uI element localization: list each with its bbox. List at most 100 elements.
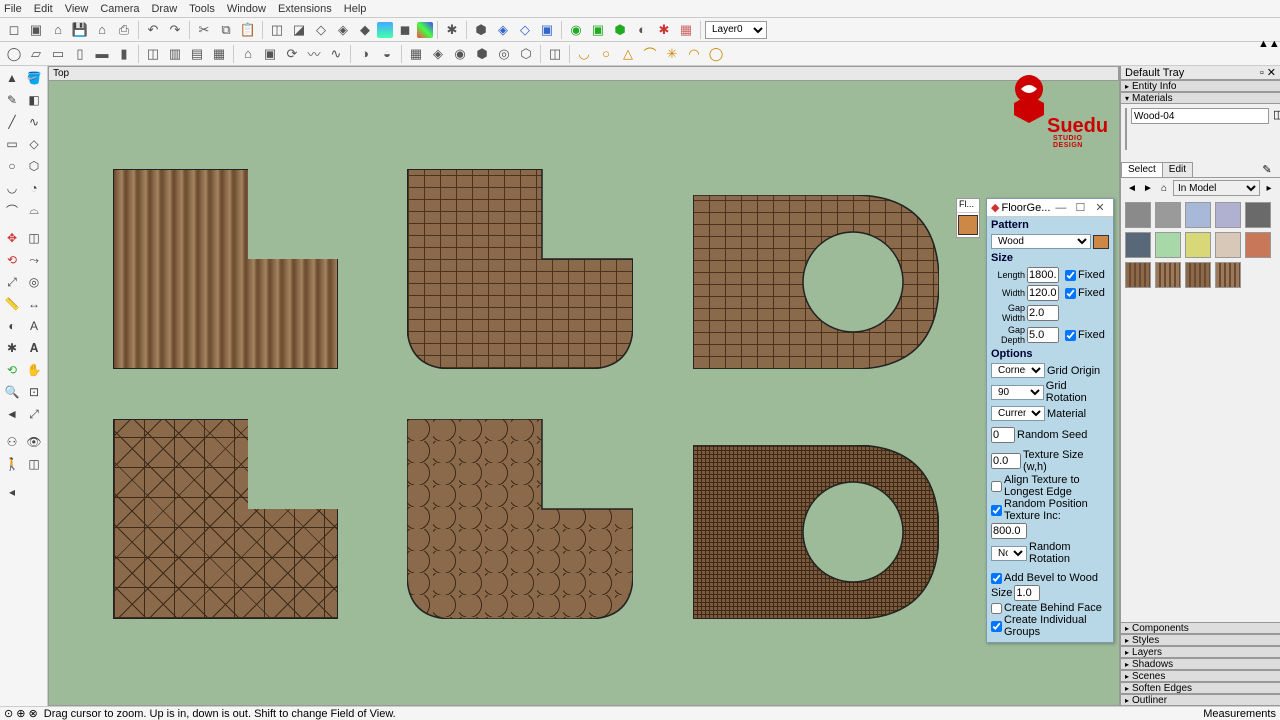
- home-nav-icon[interactable]: ⌂: [1157, 181, 1171, 195]
- outliner-icon[interactable]: ▣: [537, 20, 557, 40]
- open-icon[interactable]: ▣: [26, 20, 46, 40]
- gapdepth-input[interactable]: [1027, 327, 1059, 343]
- sandbox3-icon[interactable]: ◉: [450, 44, 470, 64]
- eyedropper-icon[interactable]: ✎: [1258, 162, 1276, 176]
- section-fill-icon[interactable]: ▦: [209, 44, 229, 64]
- randpos-check[interactable]: [991, 505, 1002, 516]
- sandbox6-icon[interactable]: ⬡: [516, 44, 536, 64]
- plugin6-icon[interactable]: ▦: [676, 20, 696, 40]
- menu-file[interactable]: File: [4, 3, 22, 15]
- new-icon[interactable]: ◻: [4, 20, 24, 40]
- line-icon[interactable]: ╱: [2, 112, 22, 132]
- menu-help[interactable]: Help: [344, 3, 367, 15]
- right-icon[interactable]: ▯: [70, 44, 90, 64]
- material-select[interactable]: Current: [991, 406, 1045, 421]
- tray-header[interactable]: Default Tray▫ ✕: [1121, 66, 1280, 80]
- arc1-icon[interactable]: ◡: [574, 44, 594, 64]
- orbit-icon[interactable]: ⟲: [2, 360, 22, 380]
- monochrome-icon[interactable]: ◼: [395, 20, 415, 40]
- menu-edit[interactable]: Edit: [34, 3, 53, 15]
- rect-icon[interactable]: ▭: [2, 134, 22, 154]
- gapdepth-fixed-check[interactable]: [1065, 330, 1076, 341]
- tool-a-icon[interactable]: ⌂: [238, 44, 258, 64]
- styles-icon[interactable]: [417, 22, 433, 38]
- viewport[interactable]: Top Suedu STUDIO DESIGN: [48, 66, 1120, 706]
- axes2-icon[interactable]: ✱: [2, 338, 22, 358]
- materials-select-tab[interactable]: Select: [1121, 162, 1163, 177]
- arc4-icon[interactable]: ⌒: [640, 44, 660, 64]
- material-swatch[interactable]: [1215, 232, 1241, 258]
- material-library-select[interactable]: In Model: [1173, 180, 1260, 196]
- eraser-icon[interactable]: ◧: [24, 90, 44, 110]
- section-icon[interactable]: ◫: [143, 44, 163, 64]
- seed-input[interactable]: [991, 427, 1015, 443]
- section-components[interactable]: Components: [1121, 622, 1280, 634]
- gapwidth-input[interactable]: [1027, 305, 1059, 321]
- mini-brick-icon[interactable]: [958, 215, 978, 235]
- scale-icon[interactable]: ⤢: [2, 272, 22, 292]
- arc3-icon[interactable]: △: [618, 44, 638, 64]
- component-icon[interactable]: ⬢: [471, 20, 491, 40]
- move-icon[interactable]: ✥: [2, 228, 22, 248]
- walk-icon[interactable]: 🚶: [2, 454, 22, 474]
- rotate-icon[interactable]: ⟲: [2, 250, 22, 270]
- nav-fwd-icon[interactable]: ►: [1141, 181, 1155, 195]
- randrot-select[interactable]: No: [991, 546, 1027, 561]
- tool-b-icon[interactable]: ▣: [260, 44, 280, 64]
- menu-extensions[interactable]: Extensions: [278, 3, 332, 15]
- front-icon[interactable]: ▭: [48, 44, 68, 64]
- menu-camera[interactable]: Camera: [100, 3, 139, 15]
- section-scenes[interactable]: Scenes: [1121, 670, 1280, 682]
- shaded-icon[interactable]: ◆: [355, 20, 375, 40]
- material-swatch[interactable]: [1185, 232, 1211, 258]
- back-icon[interactable]: ▬: [92, 44, 112, 64]
- top-icon[interactable]: ▱: [26, 44, 46, 64]
- length-fixed-check[interactable]: [1065, 270, 1076, 281]
- print-icon[interactable]: ⎙: [114, 20, 134, 40]
- pattern-preview-icon[interactable]: [1093, 235, 1109, 249]
- plugin3-icon[interactable]: ⬢: [610, 20, 630, 40]
- 3parc-icon[interactable]: ⌓: [24, 200, 44, 220]
- align-check[interactable]: [991, 481, 1002, 492]
- menu-window[interactable]: Window: [227, 3, 266, 15]
- tool-e-icon[interactable]: ∿: [326, 44, 346, 64]
- redo-icon[interactable]: ↷: [165, 20, 185, 40]
- protractor-icon[interactable]: ◐: [2, 316, 22, 336]
- rotrect-icon[interactable]: ◇: [24, 134, 44, 154]
- pie-icon[interactable]: ◔: [24, 178, 44, 198]
- material-swatch[interactable]: [1215, 202, 1241, 228]
- origin-select[interactable]: Corner: [991, 363, 1045, 378]
- material-swatch[interactable]: [1155, 202, 1181, 228]
- backedges-icon[interactable]: ◪: [289, 20, 309, 40]
- sandbox2-icon[interactable]: ◈: [428, 44, 448, 64]
- material-swatch[interactable]: [1155, 262, 1181, 288]
- material-swatch[interactable]: [1125, 262, 1151, 288]
- plugin4-icon[interactable]: ◐: [632, 20, 652, 40]
- paste-icon[interactable]: 📋: [238, 20, 258, 40]
- sandbox5-icon[interactable]: ◎: [494, 44, 514, 64]
- hidden-line-icon[interactable]: ◈: [333, 20, 353, 40]
- plugin5-icon[interactable]: ✱: [654, 20, 674, 40]
- bevelsize-input[interactable]: [1014, 585, 1040, 601]
- zoom-icon[interactable]: 🔍: [2, 382, 22, 402]
- misc1-icon[interactable]: ◫: [545, 44, 565, 64]
- followme-icon[interactable]: ⤳: [24, 250, 44, 270]
- 2parc-icon[interactable]: ⌒: [2, 200, 22, 220]
- section-layers[interactable]: Layers: [1121, 646, 1280, 658]
- solid2-icon[interactable]: ◒: [377, 44, 397, 64]
- material-swatch[interactable]: [1185, 202, 1211, 228]
- cut-icon[interactable]: ✂: [194, 20, 214, 40]
- prev-icon[interactable]: ◄: [2, 404, 22, 424]
- material-name-input[interactable]: [1131, 108, 1269, 124]
- menu-tools[interactable]: Tools: [189, 3, 215, 15]
- 3dtext-icon[interactable]: 𝐀: [24, 338, 44, 358]
- section2-icon[interactable]: ◫: [24, 454, 44, 474]
- floor-mini-panel[interactable]: Fl...: [956, 198, 980, 238]
- maximize-icon[interactable]: ☐: [1071, 201, 1089, 214]
- arc5-icon[interactable]: ✳: [662, 44, 682, 64]
- save-icon[interactable]: 💾: [70, 20, 90, 40]
- menu-draw[interactable]: Draw: [151, 3, 177, 15]
- axes-icon[interactable]: ✱: [442, 20, 462, 40]
- behind-check[interactable]: [991, 603, 1002, 614]
- house-icon[interactable]: ⌂: [48, 20, 68, 40]
